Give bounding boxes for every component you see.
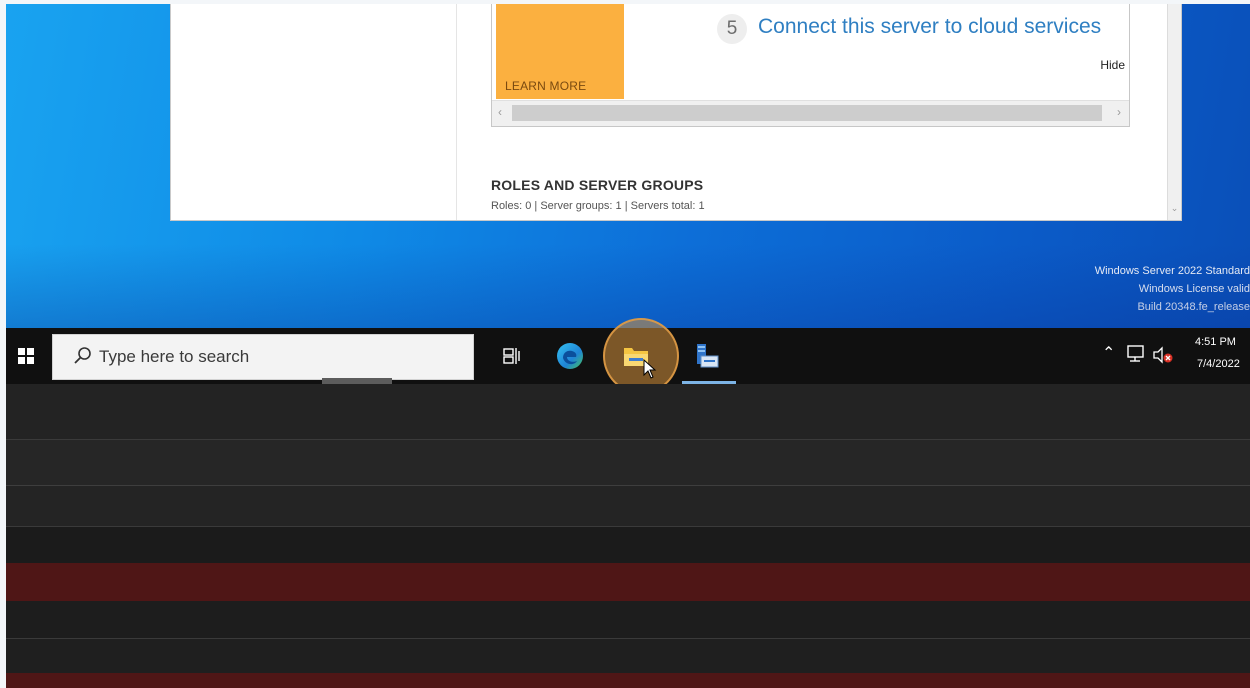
server-manager-icon (697, 344, 719, 368)
dashboard-left-pane (171, 4, 457, 220)
windows-watermark: Windows Server 2022 Standard Windows Lic… (1095, 262, 1250, 316)
band (6, 384, 1250, 439)
search-icon (74, 347, 91, 364)
windows-icon (18, 348, 34, 364)
learn-more-link[interactable]: LEARN MORE (505, 79, 586, 93)
mouse-pointer-icon (643, 359, 657, 379)
band (6, 639, 1250, 673)
watermark-license: Windows License valid (1138, 283, 1250, 295)
task-view-icon (503, 348, 520, 364)
hide-link[interactable]: Hide (1100, 58, 1125, 72)
band (6, 601, 1250, 638)
desktop: LEARN MORE 5 Connect this server to clou… (6, 4, 1250, 328)
server-manager-button[interactable] (682, 328, 730, 384)
edge-icon (557, 343, 583, 369)
scroll-right-arrow-icon[interactable]: › (1117, 105, 1121, 119)
clock-time[interactable]: 4:51 PM (1195, 336, 1236, 348)
band (6, 486, 1250, 526)
taskbar: Type here to search ⌃ 4:51 PM 7/4/2022 (6, 318, 1250, 394)
clock-date[interactable]: 7/4/2022 (1197, 358, 1240, 370)
start-button[interactable] (6, 328, 46, 384)
edge-button[interactable] (546, 328, 594, 384)
dashboard-content: LEARN MORE 5 Connect this server to clou… (171, 4, 1168, 220)
learn-more-tile[interactable]: LEARN MORE (496, 4, 624, 99)
scrollbar-thumb[interactable] (512, 105, 1102, 121)
roles-section-title: ROLES AND SERVER GROUPS (491, 177, 704, 193)
roles-stats: Roles: 0 | Server groups: 1 | Servers to… (491, 200, 705, 212)
scroll-down-arrow-icon[interactable]: ⌄ (1170, 203, 1179, 214)
search-placeholder: Type here to search (99, 347, 250, 366)
vertical-scrollbar[interactable]: ⌄ (1168, 4, 1181, 220)
connect-cloud-services-link[interactable]: Connect this server to cloud services (758, 15, 1126, 39)
band (6, 440, 1250, 485)
welcome-panel: LEARN MORE 5 Connect this server to clou… (491, 4, 1130, 127)
horizontal-scrollbar[interactable]: ‹ › (492, 100, 1129, 126)
band (6, 527, 1250, 563)
scroll-left-arrow-icon[interactable]: ‹ (498, 105, 502, 119)
screen: LEARN MORE 5 Connect this server to clou… (6, 4, 1250, 688)
show-hidden-icons-chevron-icon[interactable]: ⌃ (1102, 343, 1115, 363)
volume-muted-icon[interactable] (1152, 346, 1174, 364)
band-red (6, 563, 1250, 601)
server-manager-window: LEARN MORE 5 Connect this server to clou… (170, 4, 1182, 221)
taskbar-search-box[interactable]: Type here to search (52, 334, 474, 380)
band-red (6, 673, 1250, 688)
step-number: 5 (717, 14, 747, 44)
watermark-build: Build 20348.fe_release (1137, 301, 1250, 313)
background-bands (6, 384, 1250, 688)
task-view-button[interactable] (488, 328, 536, 384)
network-icon[interactable] (1126, 344, 1148, 364)
watermark-edition: Windows Server 2022 Standard (1094, 265, 1250, 277)
